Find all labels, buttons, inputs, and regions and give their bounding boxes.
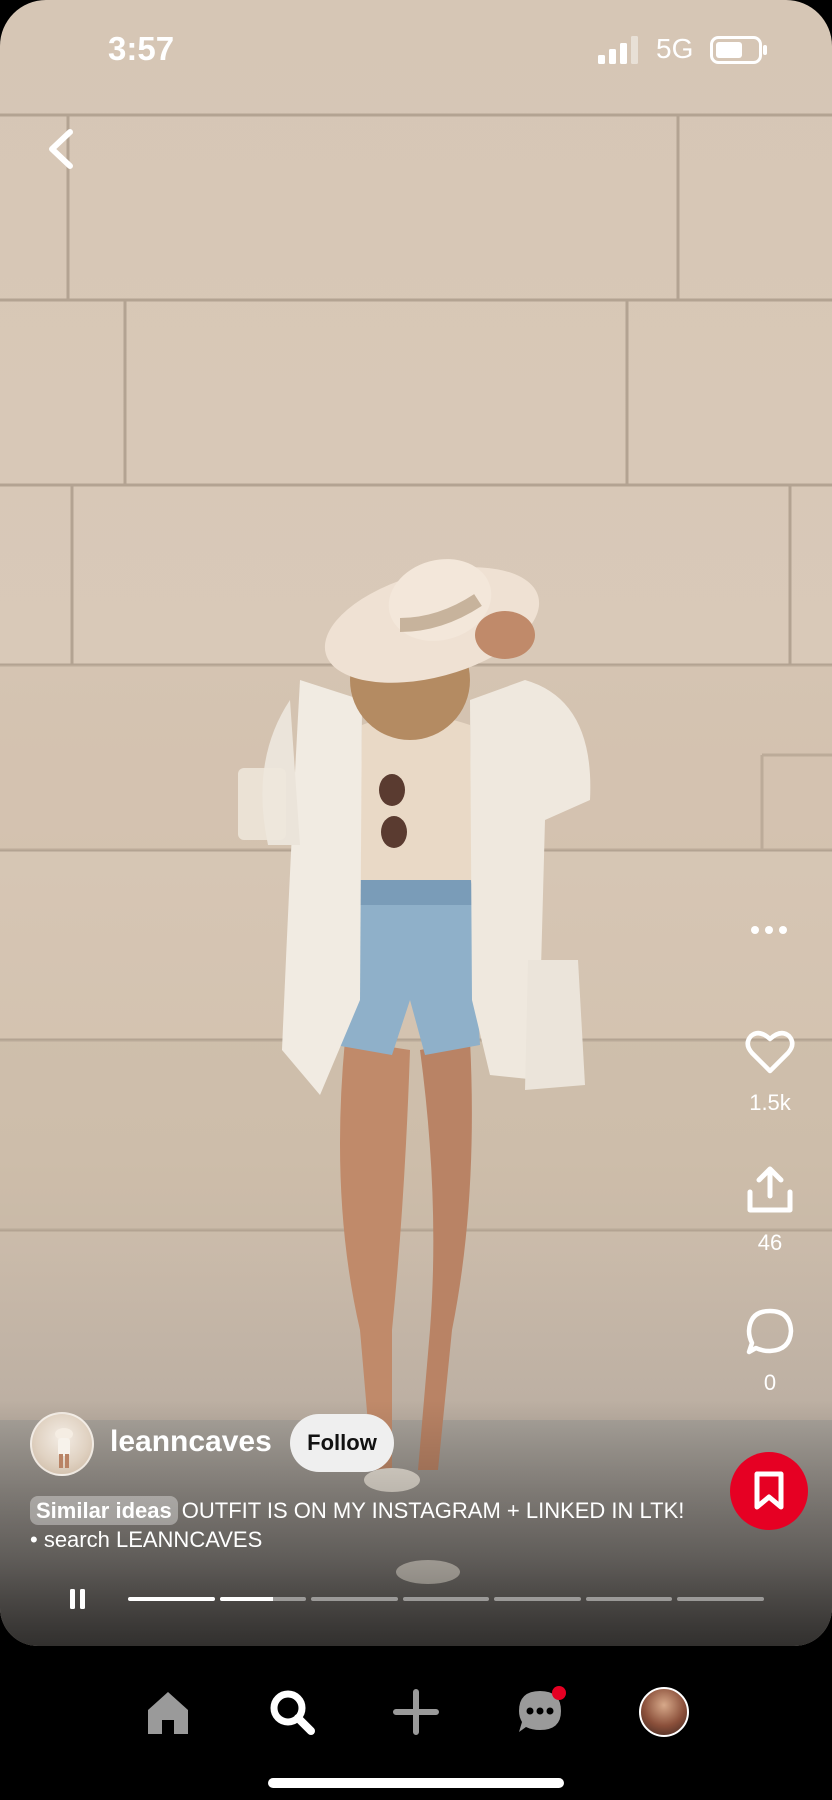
- progress-segment: [402, 1597, 490, 1601]
- back-button[interactable]: [36, 118, 86, 180]
- pin-media[interactable]: [0, 0, 832, 1646]
- nav-create[interactable]: [388, 1684, 444, 1740]
- status-bar: 3:57 5G: [0, 0, 832, 100]
- home-indicator: [268, 1778, 564, 1788]
- pin-caption: Similar ideas OUTFIT IS ON MY INSTAGRAM +…: [30, 1496, 690, 1554]
- plus-icon: [393, 1689, 439, 1735]
- network-type: 5G: [656, 33, 694, 64]
- comment-count: 0: [763, 1370, 777, 1395]
- progress-segment: [311, 1597, 398, 1601]
- nav-home[interactable]: [140, 1684, 196, 1740]
- share-icon: [747, 1166, 793, 1213]
- save-button[interactable]: [730, 1452, 808, 1530]
- progress-fill: [219, 1597, 274, 1601]
- bookmark-icon: [754, 1471, 784, 1510]
- share-count: 46: [757, 1230, 783, 1255]
- pause-icon: [70, 1589, 85, 1609]
- nav-messages[interactable]: [512, 1684, 568, 1740]
- creator-username[interactable]: leanncaves: [110, 1425, 272, 1459]
- more-options-button[interactable]: [745, 906, 793, 954]
- comment-button[interactable]: [744, 1306, 796, 1358]
- comment-icon: [746, 1308, 794, 1355]
- like-count: 1.5k: [749, 1090, 791, 1115]
- progress-segment: [219, 1597, 307, 1601]
- search-icon: [270, 1690, 315, 1735]
- battery-icon: [710, 36, 767, 64]
- more-dots-icon: [751, 926, 787, 934]
- similar-ideas-tag[interactable]: Similar ideas: [30, 1496, 178, 1525]
- profile-avatar: [639, 1687, 689, 1737]
- story-progress-bar: [128, 1597, 765, 1601]
- heart-icon: [745, 1030, 795, 1074]
- follow-button[interactable]: Follow: [290, 1414, 394, 1472]
- progress-segment: [494, 1597, 581, 1601]
- progress-segment: [585, 1597, 673, 1601]
- progress-segment: [677, 1597, 765, 1601]
- progress-fill: [128, 1597, 215, 1601]
- creator-avatar[interactable]: [30, 1412, 94, 1476]
- nav-profile[interactable]: [636, 1684, 692, 1740]
- home-icon: [148, 1692, 188, 1734]
- share-button[interactable]: [744, 1164, 796, 1216]
- pause-button[interactable]: [66, 1586, 90, 1612]
- like-button[interactable]: [744, 1026, 796, 1078]
- nav-search[interactable]: [264, 1684, 320, 1740]
- progress-segment: [128, 1597, 215, 1601]
- pin-viewer-screen: 3:57 5G 1.5k 46 0 leanncaves Follow Simi…: [0, 0, 832, 1800]
- message-notification-dot: [552, 1686, 566, 1700]
- bottom-nav: [0, 1646, 832, 1800]
- status-time: 3:57: [108, 30, 175, 67]
- cellular-signal-icon: [598, 36, 638, 64]
- chevron-left-icon: [49, 129, 73, 169]
